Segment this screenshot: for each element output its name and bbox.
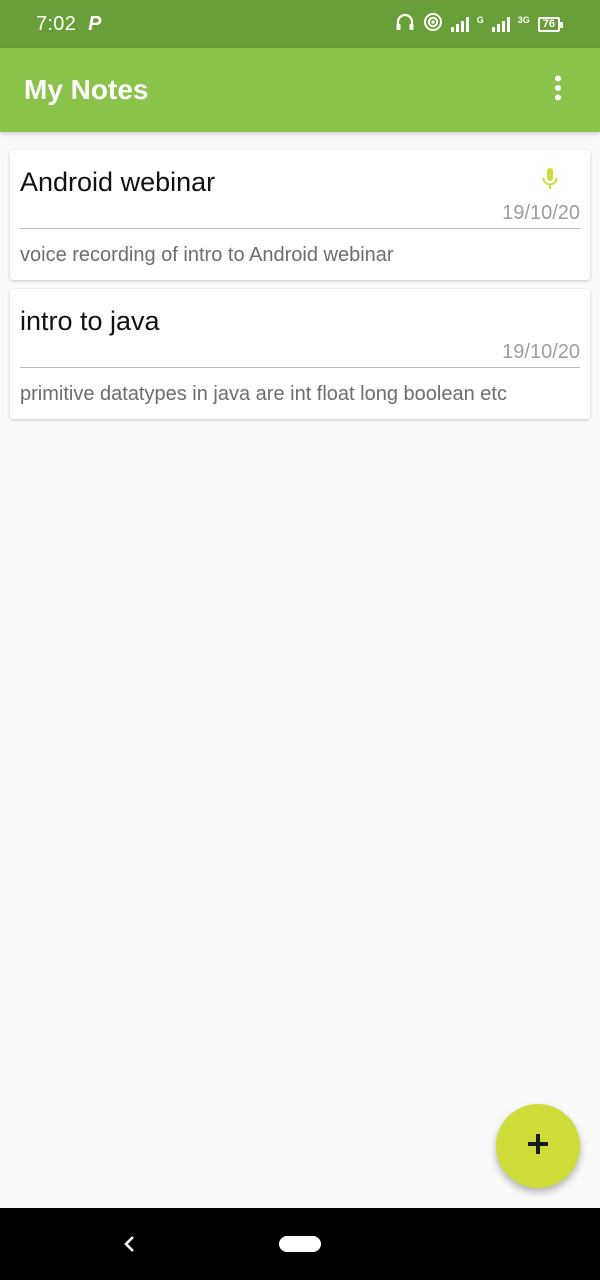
network-type-label: G	[476, 15, 484, 25]
add-icon	[527, 1133, 549, 1160]
microphone-icon	[542, 168, 558, 195]
battery-level: 76	[542, 17, 555, 30]
signal-strength-icon	[450, 16, 469, 32]
navigation-bar	[0, 1208, 600, 1280]
status-time: 7:02	[36, 12, 77, 35]
battery-icon: 76	[537, 16, 564, 32]
notes-list: Android webinar 19/10/20 voice recording…	[10, 150, 590, 428]
note-divider	[20, 228, 580, 229]
app-bar: My Notes	[0, 48, 600, 132]
note-date: 19/10/20	[502, 341, 580, 363]
signal-strength-icon-2	[491, 16, 510, 32]
parking-app-indicator: P	[88, 12, 102, 35]
add-note-button[interactable]	[496, 1104, 580, 1188]
network-type-label-2: 3G	[517, 15, 530, 25]
overflow-menu-button[interactable]	[540, 66, 576, 114]
hotspot-icon	[423, 12, 443, 37]
note-date: 19/10/20	[502, 202, 580, 224]
note-card[interactable]: intro to java 19/10/20 primitive datatyp…	[10, 289, 590, 419]
note-title: Android webinar	[20, 167, 216, 197]
app-title: My Notes	[24, 74, 149, 105]
home-pill-icon[interactable]	[279, 1236, 321, 1252]
back-icon[interactable]	[120, 1232, 140, 1261]
note-title: intro to java	[20, 306, 160, 336]
note-body: primitive datatypes in java are int floa…	[20, 383, 507, 405]
note-body: voice recording of intro to Android webi…	[20, 244, 394, 266]
headphones-icon	[395, 13, 415, 36]
status-bar: 7:02 P G 3G 76	[0, 0, 600, 48]
more-vert-icon	[554, 75, 562, 106]
note-card[interactable]: Android webinar 19/10/20 voice recording…	[10, 150, 590, 280]
status-icons: G 3G 76	[395, 12, 564, 37]
note-divider	[20, 367, 580, 368]
